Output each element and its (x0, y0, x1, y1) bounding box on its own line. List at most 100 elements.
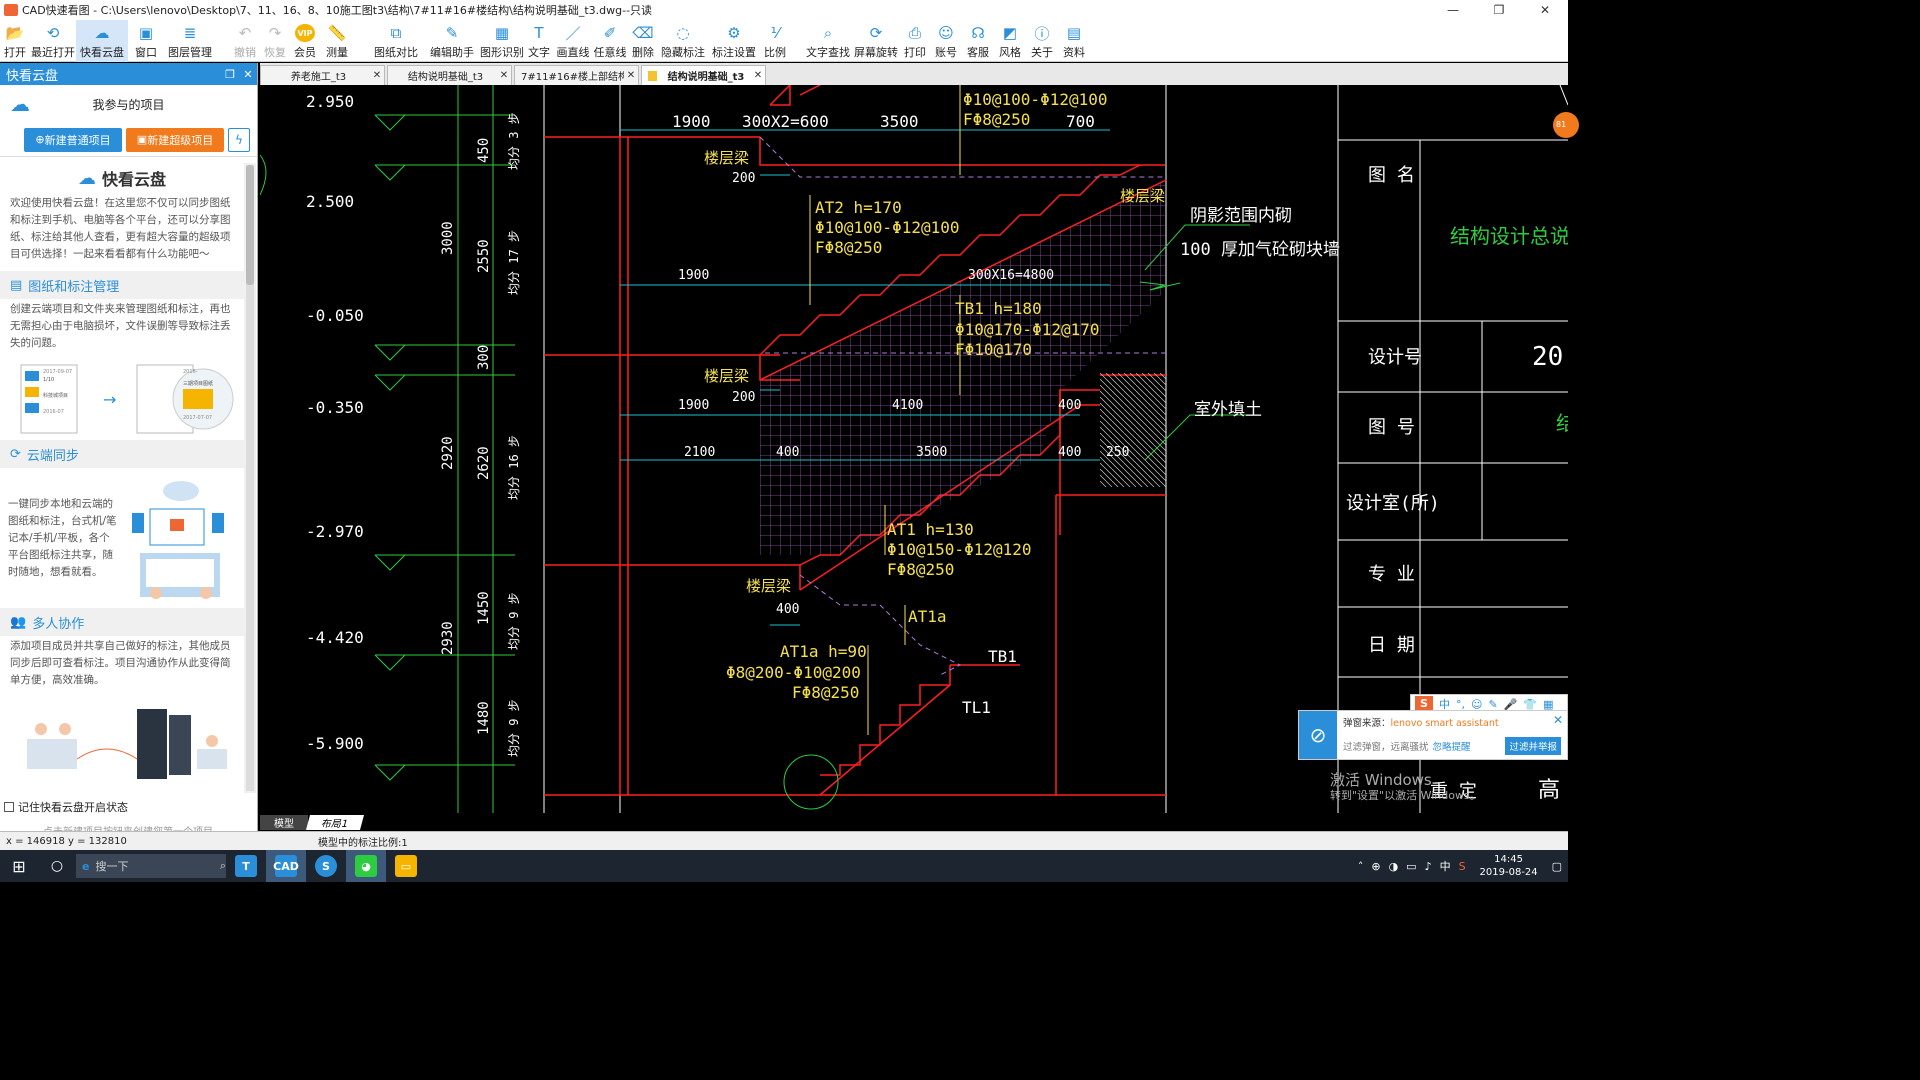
hdim-label: 700 (1066, 112, 1095, 131)
document-tab[interactable]: 养老施工_t3 ✕ (260, 65, 385, 85)
toolbar-button-shape-recognize[interactable]: ▦ 图形识别 (480, 20, 524, 62)
toolbar-button-documents[interactable]: ▤ 资料 (1058, 20, 1090, 62)
tab-close-icon[interactable]: ✕ (624, 70, 638, 81)
tb-label: 图 名 (1368, 165, 1415, 186)
tab-close-icon[interactable]: ✕ (497, 70, 511, 81)
sync-tray-icon[interactable]: ◑ (1389, 860, 1399, 873)
toolbar-button-rotate-screen[interactable]: ⟳ 屏幕旋转 (852, 20, 900, 62)
close-panel-icon[interactable]: ✕ (239, 68, 257, 81)
close-button[interactable]: ✕ (1522, 0, 1568, 20)
cloud-icon: ☁ (10, 92, 30, 116)
ime-language[interactable]: 中 (1440, 858, 1451, 874)
toolbar-button-eraser[interactable]: ⌫ 删除 (628, 20, 658, 62)
notification-badge[interactable]: 81 (1553, 112, 1579, 138)
toolbar-button-redo[interactable]: ↷ 恢复 (260, 20, 290, 62)
tab-model[interactable]: 模型 (260, 815, 308, 830)
stair-spec: TB1 h=180 (955, 299, 1042, 318)
freehand-icon: ✐ (603, 24, 617, 42)
section-collaboration: 👥 多人协作 (0, 608, 244, 636)
toolbar-button-headset[interactable]: ☊ 客服 (962, 20, 994, 62)
taskbar-app-browser[interactable]: S (306, 850, 346, 882)
toolbar-button-text-search[interactable]: ⌕ 文字查找 (804, 20, 852, 62)
windows-start-icon[interactable]: ⊞ (0, 850, 38, 882)
remember-state-checkbox[interactable]: 记住快看云盘开启状态 (0, 795, 256, 819)
toolbar-label: 画直线 (556, 46, 590, 59)
tab-close-icon[interactable]: ✕ (751, 70, 765, 81)
shirt-icon[interactable]: 👕 (1523, 698, 1537, 711)
toolbar-button-annotation-settings[interactable]: ⚙ 标注设置 (708, 20, 760, 62)
toolbar-button-vip[interactable]: VIP 会员 (290, 20, 320, 62)
sidebar-header: 快看云盘 ❐ ✕ (0, 63, 257, 85)
sync-refresh-button[interactable]: ϟ (228, 127, 250, 152)
toolbar-button-style[interactable]: ◩ 风格 (994, 20, 1026, 62)
toolbar-button-layers[interactable]: ≣ 图层管理 (164, 20, 216, 62)
tab-label: 养老施工_t3 (290, 72, 347, 83)
toolbar-button-line[interactable]: ／ 画直线 (554, 20, 592, 62)
toolbar-button-hide-annotation[interactable]: ◌ 隐藏标注 (658, 20, 708, 62)
toolbar-button-scale[interactable]: ⅟ 比例 (760, 20, 790, 62)
ime-punctuation[interactable]: °, (1456, 698, 1465, 711)
ignore-link[interactable]: 忽略提醒 (1433, 739, 1471, 753)
dim-label: 4100 (892, 398, 923, 413)
minimize-button[interactable]: — (1430, 0, 1476, 20)
cortana-icon[interactable]: ○ (38, 858, 76, 874)
toolbar-button-info[interactable]: ⓘ 关于 (1026, 20, 1058, 62)
document-tab[interactable]: 结构说明基础_t3 ✕ (641, 65, 766, 85)
checkbox-box[interactable] (4, 802, 14, 812)
taskbar-app-cad[interactable]: CAD (266, 850, 306, 882)
sidebar-scrollbar[interactable] (246, 165, 254, 791)
toolbar-button-compare[interactable]: ⧉ 图纸对比 (368, 20, 424, 62)
at2-note: AT2 h=170 Φ10@100-Φ12@100 FΦ8@250 (815, 198, 960, 257)
emoji-icon[interactable]: ☺ (1471, 698, 1482, 711)
grid-icon[interactable]: ▦ (1543, 698, 1553, 711)
window-title: CAD快速看图 - C:\Users\lenovo\Desktop\7、11、1… (22, 4, 653, 17)
taskbar-app-wechat[interactable]: ◕ (346, 850, 386, 882)
member-labels: TB1 TL1 (962, 647, 1017, 717)
new-super-project-button[interactable]: ▣ 新建超级项目 (126, 127, 224, 152)
vdim-label: 3000 (440, 221, 456, 255)
mic-icon[interactable]: 🎤 (1504, 698, 1518, 711)
maximize-button[interactable]: ❐ (1476, 0, 1522, 20)
member-label: TL1 (962, 698, 991, 717)
popup-close-icon[interactable]: ✕ (1553, 713, 1563, 727)
pen-icon[interactable]: ✎ (1488, 698, 1497, 711)
sidebar-scroll-area[interactable]: ☁ 快看云盘 欢迎使用快看云盘！在这里您不仅可以同步图纸和标注到手机、电脑等各个… (0, 163, 256, 793)
clock[interactable]: 14:45 2019-08-24 (1474, 853, 1544, 879)
security-icon[interactable]: ⊕ (1371, 860, 1380, 873)
toolbar-button-clock[interactable]: ⟲ 最近打开 (30, 20, 76, 62)
taskbar-app-explorer[interactable]: ▭ (386, 850, 426, 882)
restore-panel-icon[interactable]: ❐ (221, 68, 239, 81)
cad-canvas[interactable]: 2.950 2.500 -0.050 -0.350 -2.970 -4.420 … (260, 85, 1568, 813)
toolbar-button-cloud[interactable]: ☁ 快看云盘 (76, 20, 128, 62)
network-icon[interactable]: ▭ (1406, 860, 1416, 873)
new-normal-project-button[interactable]: ⊕ 新建普通项目 (24, 127, 122, 152)
sogou-tray-icon[interactable]: S (1459, 860, 1466, 873)
toolbar-button-freehand[interactable]: ✐ 任意线 (592, 20, 628, 62)
toolbar-button-edit-helper[interactable]: ✎ 编辑助手 (424, 20, 480, 62)
notification-center-icon[interactable]: ▢ (1552, 860, 1562, 873)
user-icon: ☺ (938, 24, 954, 42)
toolbar-button-ruler[interactable]: 📏 测量 (320, 20, 354, 62)
toolbar-button-undo[interactable]: ↶ 撤销 (230, 20, 260, 62)
toolbar-button-printer[interactable]: ⎙ 打印 (900, 20, 930, 62)
toolbar-label: 文字 (528, 46, 550, 59)
dim-label: 1900 (678, 398, 709, 413)
chevron-up-icon[interactable]: ˄ (1358, 860, 1364, 873)
volume-icon[interactable]: ♪ (1425, 860, 1432, 873)
toolbar-label: 图形识别 (480, 46, 524, 59)
document-tab[interactable]: 7#11#16#楼上部结构(…✕ (514, 65, 639, 85)
toolbar-button-window[interactable]: ▣ 窗口 (128, 20, 164, 62)
report-button[interactable]: 过滤并举报 (1505, 737, 1561, 755)
drawing-number: 结 (1556, 411, 1568, 435)
new-super-project-label: 新建超级项目 (147, 133, 214, 147)
tab-close-icon[interactable]: ✕ (370, 70, 384, 81)
toolbar-button-user[interactable]: ☺ 账号 (930, 20, 962, 62)
wall-notes: 阴影范围内砌 100 厚加气砼砌块墙 室外填土 (1180, 206, 1340, 420)
document-tab[interactable]: 结构说明基础_t3 ✕ (387, 65, 512, 85)
illus-a-date2: 2016-07 (43, 409, 64, 415)
taskbar-app-text-editor[interactable]: T (226, 850, 266, 882)
tab-layout1[interactable]: 布局1 (305, 815, 365, 830)
taskbar-search[interactable]: e 搜一下 ⌕ (76, 854, 226, 878)
toolbar-button-text[interactable]: T 文字 (524, 20, 554, 62)
toolbar-button-folder-open[interactable]: 📂 打开 (0, 20, 30, 62)
